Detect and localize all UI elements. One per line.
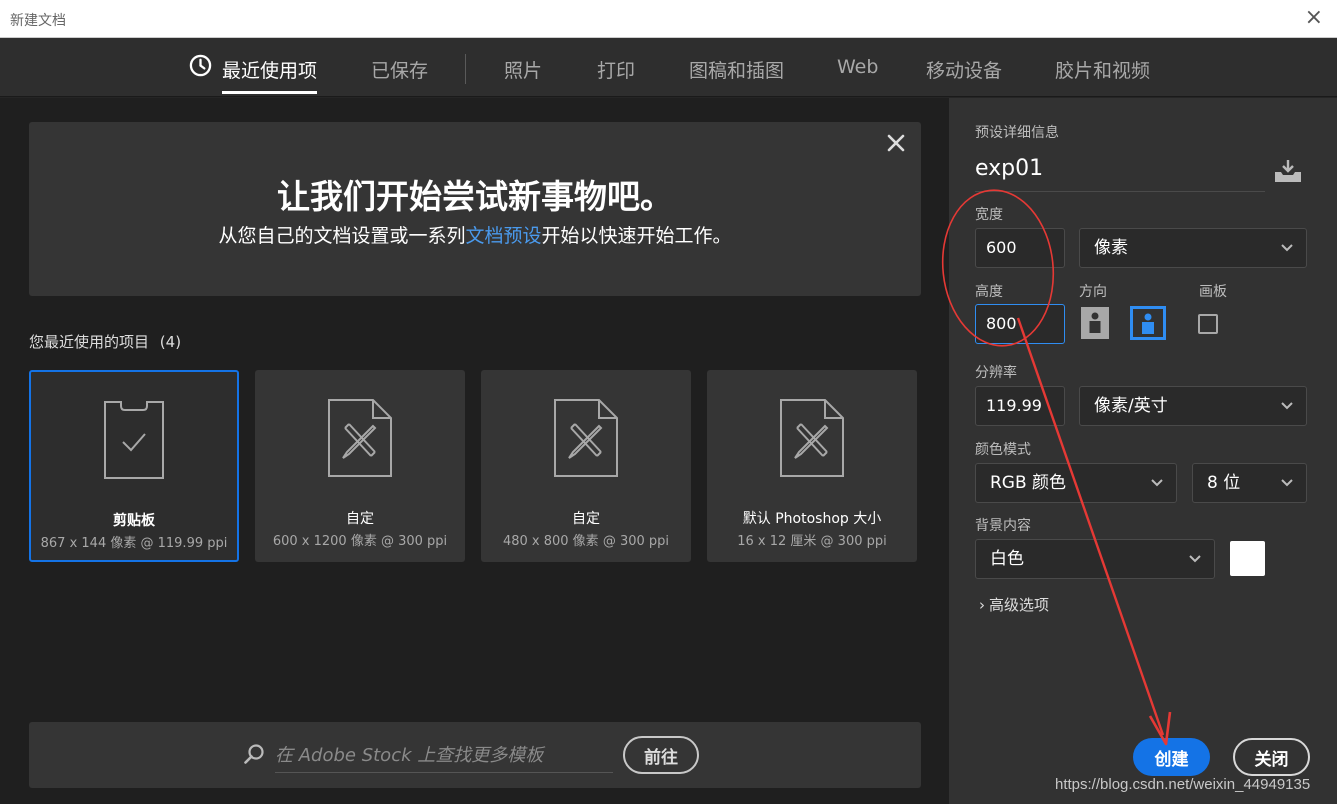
resolution-input[interactable]: 119.99 xyxy=(975,386,1065,426)
window-title: 新建文档 xyxy=(10,13,66,29)
recent-item-name: 自定 xyxy=(346,511,374,527)
chevron-down-icon xyxy=(1281,244,1293,252)
tab-divider xyxy=(465,54,466,84)
recent-item-meta: 600 x 1200 像素 @ 300 ppi xyxy=(272,534,448,549)
recent-item-name: 自定 xyxy=(572,511,600,527)
tab-photo[interactable]: 照片 xyxy=(504,56,542,83)
preset-details-panel: 预设详细信息 exp01 宽度 600 像素 高度 800 方向 画板 分辨率 … xyxy=(949,98,1337,804)
recent-item-clipboard[interactable]: 剪贴板 867 x 144 像素 @ 119.99 ppi xyxy=(29,370,239,562)
create-button[interactable]: 创建 xyxy=(1133,738,1210,776)
recent-items-title: 您最近使用的项目 (4) xyxy=(29,331,181,352)
preset-name-field[interactable]: exp01 xyxy=(975,156,1265,192)
resolution-unit-select[interactable]: 像素/英寸 xyxy=(1079,386,1307,426)
banner-headline: 让我们开始尝试新事物吧。 xyxy=(277,177,673,216)
chevron-down-icon xyxy=(1151,479,1163,487)
banner-text-after: 开始以快速开始工作。 xyxy=(541,225,732,247)
recent-item-name: 剪贴板 xyxy=(113,513,155,529)
resolution-unit-value: 像素/英寸 xyxy=(1094,396,1168,416)
recent-items-count: (4) xyxy=(159,333,182,351)
recent-item-name: 默认 Photoshop 大小 xyxy=(742,511,882,527)
recent-item-default-photoshop[interactable]: 默认 Photoshop 大小 16 x 12 厘米 @ 300 ppi xyxy=(707,370,917,562)
height-label: 高度 xyxy=(975,284,1003,300)
banner-text: 从您自己的文档设置或一系列文档预设开始以快速开始工作。 xyxy=(29,221,921,248)
banner-text-before: 从您自己的文档设置或一系列 xyxy=(218,225,466,247)
recent-item-meta: 16 x 12 厘米 @ 300 ppi xyxy=(737,534,887,549)
bit-depth-select[interactable]: 8 位 xyxy=(1192,463,1307,503)
tab-recent-label: 最近使用项 xyxy=(222,60,318,82)
chevron-right-icon: › xyxy=(979,596,985,614)
document-ruler-pencil-icon xyxy=(554,399,618,477)
preset-category-tabs: 最近使用项 已保存 照片 打印 图稿和插图 Web 移动设备 胶片和视频 xyxy=(0,38,1337,97)
tab-web[interactable]: Web xyxy=(837,56,878,78)
height-input[interactable]: 800 xyxy=(975,304,1065,344)
recent-item-meta: 867 x 144 像素 @ 119.99 ppi xyxy=(40,536,228,551)
welcome-banner: 让我们开始尝试新事物吧。 从您自己的文档设置或一系列文档预设开始以快速开始工作。 xyxy=(29,122,921,296)
save-preset-icon[interactable] xyxy=(1273,158,1303,184)
tab-saved[interactable]: 已保存 xyxy=(371,56,428,83)
background-select[interactable]: 白色 xyxy=(975,539,1215,579)
recent-item-meta: 480 x 800 像素 @ 300 ppi xyxy=(502,534,670,549)
tab-mobile[interactable]: 移动设备 xyxy=(926,56,1002,83)
banner-close-icon[interactable] xyxy=(885,132,907,154)
resolution-label: 分辨率 xyxy=(975,365,1017,381)
window-title-bar: 新建文档 × xyxy=(0,0,1337,38)
recent-item-custom-1[interactable]: 自定 600 x 1200 像素 @ 300 ppi xyxy=(255,370,465,562)
clipboard-check-icon xyxy=(104,401,164,479)
tab-film-video[interactable]: 胶片和视频 xyxy=(1055,56,1150,83)
landscape-orientation-icon[interactable] xyxy=(1130,306,1166,340)
stock-search-input[interactable] xyxy=(275,739,613,773)
recent-items-label: 您最近使用的项目 xyxy=(29,333,150,351)
recent-item-custom-2[interactable]: 自定 480 x 800 像素 @ 300 ppi xyxy=(481,370,691,562)
document-presets-link[interactable]: 文档预设 xyxy=(465,225,541,247)
recent-panel: 让我们开始尝试新事物吧。 从您自己的文档设置或一系列文档预设开始以快速开始工作。… xyxy=(0,98,949,804)
document-ruler-pencil-icon xyxy=(780,399,844,477)
portrait-orientation-icon[interactable] xyxy=(1080,306,1110,340)
tab-recent[interactable]: 最近使用项 xyxy=(222,56,318,94)
advanced-options-label: 高级选项 xyxy=(989,596,1050,614)
color-mode-value: RGB 颜色 xyxy=(990,473,1067,493)
width-label: 宽度 xyxy=(975,207,1003,223)
close-button[interactable]: 关闭 xyxy=(1233,738,1310,776)
orientation-label: 方向 xyxy=(1079,284,1107,300)
chevron-down-icon xyxy=(1281,402,1293,410)
width-unit-value: 像素 xyxy=(1094,238,1128,258)
active-tab-underline xyxy=(222,91,318,94)
chevron-down-icon xyxy=(1281,479,1293,487)
color-mode-label: 颜色模式 xyxy=(975,442,1031,458)
background-color-swatch[interactable] xyxy=(1230,541,1265,576)
search-icon xyxy=(244,744,264,764)
tab-art-illustration[interactable]: 图稿和插图 xyxy=(689,56,784,83)
advanced-options-toggle[interactable]: › 高级选项 xyxy=(979,594,1049,615)
window-close-icon[interactable]: × xyxy=(1305,6,1323,30)
clock-icon xyxy=(189,54,212,77)
watermark-text: https://blog.csdn.net/weixin_44949135 xyxy=(1055,776,1311,793)
stock-search-bar: 前往 xyxy=(29,722,921,788)
chevron-down-icon xyxy=(1189,555,1201,563)
preset-details-title: 预设详细信息 xyxy=(975,125,1059,141)
go-button[interactable]: 前往 xyxy=(623,736,699,774)
background-value: 白色 xyxy=(990,549,1024,569)
color-mode-select[interactable]: RGB 颜色 xyxy=(975,463,1177,503)
width-input[interactable]: 600 xyxy=(975,228,1065,268)
artboard-label: 画板 xyxy=(1199,284,1227,300)
width-unit-select[interactable]: 像素 xyxy=(1079,228,1307,268)
artboard-checkbox[interactable] xyxy=(1198,314,1218,334)
document-ruler-pencil-icon xyxy=(328,399,392,477)
background-label: 背景内容 xyxy=(975,518,1031,534)
bit-depth-value: 8 位 xyxy=(1207,473,1241,493)
tab-print[interactable]: 打印 xyxy=(597,56,635,83)
